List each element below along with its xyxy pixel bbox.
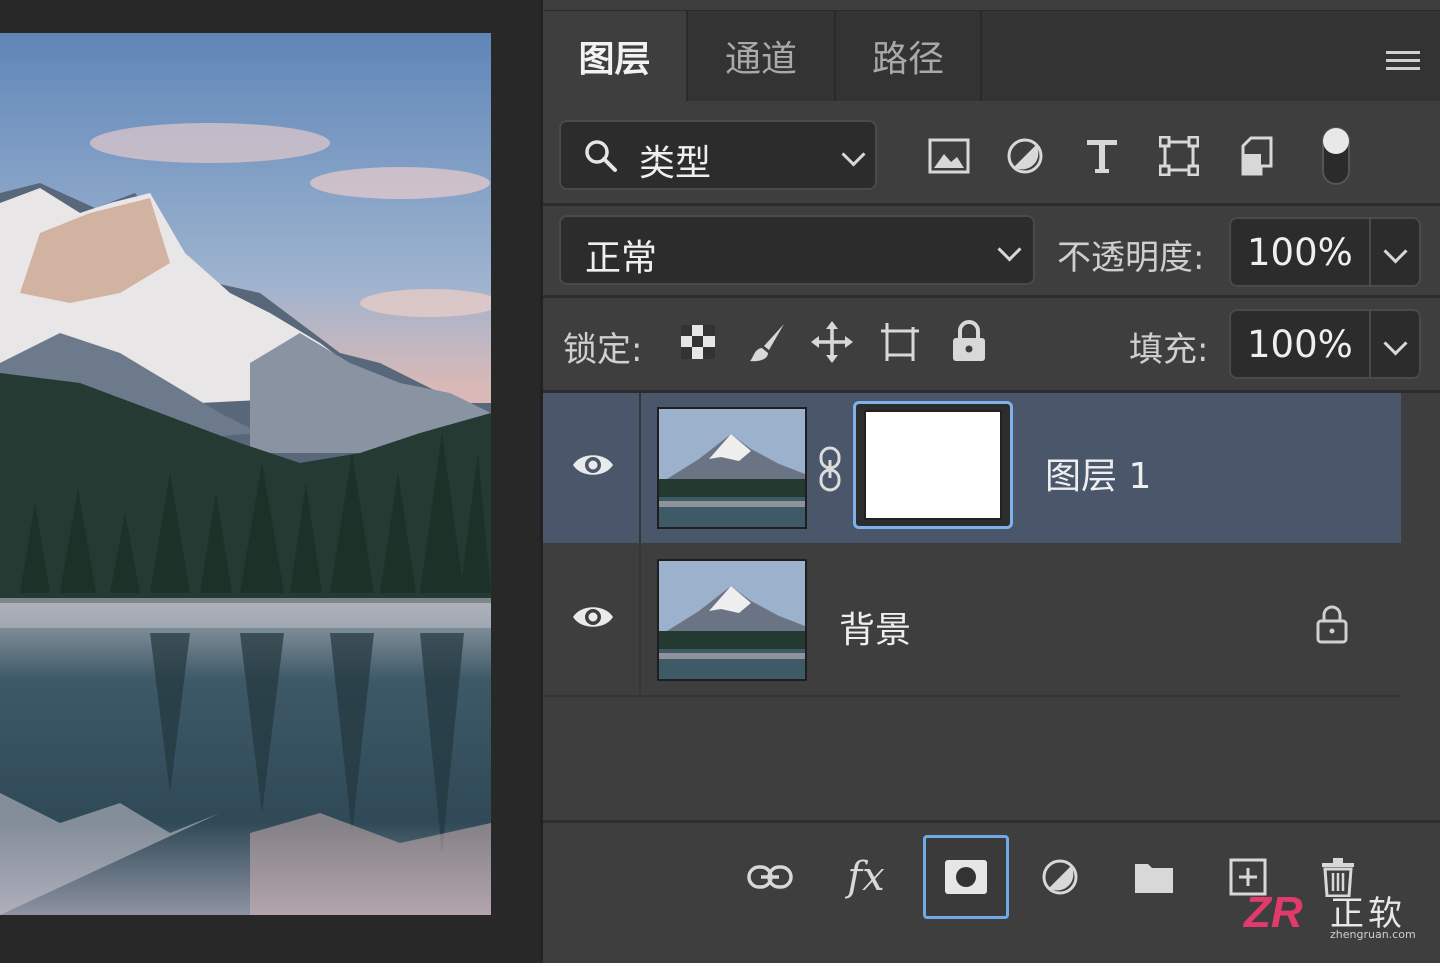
- lock-artboard-icon[interactable]: [879, 320, 921, 364]
- new-group-icon[interactable]: [1111, 835, 1197, 919]
- fx-icon[interactable]: fx: [823, 835, 909, 919]
- layers-panel: 图层 通道 路径 类型 正常 不透明度: 100% 锁定: 填充: 100% 图…: [540, 0, 1440, 963]
- layer-row-background[interactable]: 背景: [543, 545, 1401, 697]
- layer-mask-thumbnail[interactable]: [853, 401, 1013, 529]
- lock-label: 锁定:: [563, 330, 643, 370]
- layer-kind-filter-dropdown[interactable]: 类型: [559, 120, 877, 190]
- watermark-logo: ZR: [1244, 888, 1303, 937]
- mask-link-chain-icon[interactable]: [815, 445, 845, 493]
- chevron-down-icon: [997, 237, 1022, 262]
- smart-object-filter-icon[interactable]: [1237, 134, 1277, 178]
- canvas-image: [0, 33, 491, 915]
- visibility-eye-icon[interactable]: [571, 601, 615, 637]
- tab-paths[interactable]: 路径: [836, 11, 982, 101]
- filter-kind-value: 类型: [639, 143, 712, 184]
- layer-thumbnail: [657, 559, 807, 681]
- fill-value: 100%: [1247, 323, 1353, 366]
- lock-image-pixels-icon[interactable]: [747, 320, 789, 364]
- filter-toggle-switch[interactable]: [1321, 124, 1351, 188]
- layer-thumbnail: [657, 407, 807, 529]
- chevron-down-icon: [841, 142, 866, 167]
- blend-mode-dropdown[interactable]: 正常: [559, 215, 1035, 285]
- layer-name[interactable]: 图层 1: [1045, 447, 1151, 499]
- opacity-field[interactable]: 100%: [1229, 217, 1421, 287]
- hamburger-menu-icon[interactable]: [1386, 51, 1420, 77]
- layer-row-layer-1[interactable]: 图层 1: [543, 393, 1401, 543]
- shape-filter-icon[interactable]: [1157, 134, 1201, 178]
- fill-field[interactable]: 100%: [1229, 309, 1421, 379]
- search-icon: [585, 140, 617, 172]
- tab-layers[interactable]: 图层: [543, 11, 688, 101]
- blend-mode-value: 正常: [585, 238, 658, 279]
- opacity-value: 100%: [1247, 231, 1353, 274]
- adjustment-layer-icon[interactable]: [1017, 835, 1103, 919]
- type-filter-icon[interactable]: [1081, 134, 1123, 178]
- layer-name[interactable]: 背景: [839, 601, 911, 653]
- tab-channels[interactable]: 通道: [688, 11, 836, 101]
- adjustment-filter-icon[interactable]: [1005, 136, 1045, 176]
- layer-lock-icon[interactable]: [1315, 603, 1349, 645]
- lock-all-icon[interactable]: [949, 318, 989, 364]
- link-layers-icon[interactable]: [727, 835, 813, 919]
- lock-position-icon[interactable]: [811, 320, 853, 364]
- document-canvas[interactable]: [0, 0, 540, 960]
- panel-tabbar: 图层 通道 路径: [543, 10, 1440, 101]
- visibility-eye-icon[interactable]: [571, 449, 615, 485]
- chevron-down-icon[interactable]: [1383, 239, 1408, 264]
- chevron-down-icon[interactable]: [1383, 331, 1408, 356]
- fill-label: 填充:: [1129, 330, 1209, 370]
- opacity-label: 不透明度:: [1057, 238, 1205, 278]
- image-filter-icon[interactable]: [927, 136, 971, 176]
- zhengruan-watermark: ZR 正软 zhengruan.com: [1244, 886, 1426, 946]
- add-mask-icon[interactable]: [923, 835, 1009, 919]
- lock-transparent-pixels-icon[interactable]: [679, 323, 717, 361]
- watermark-url: zhengruan.com: [1330, 928, 1416, 941]
